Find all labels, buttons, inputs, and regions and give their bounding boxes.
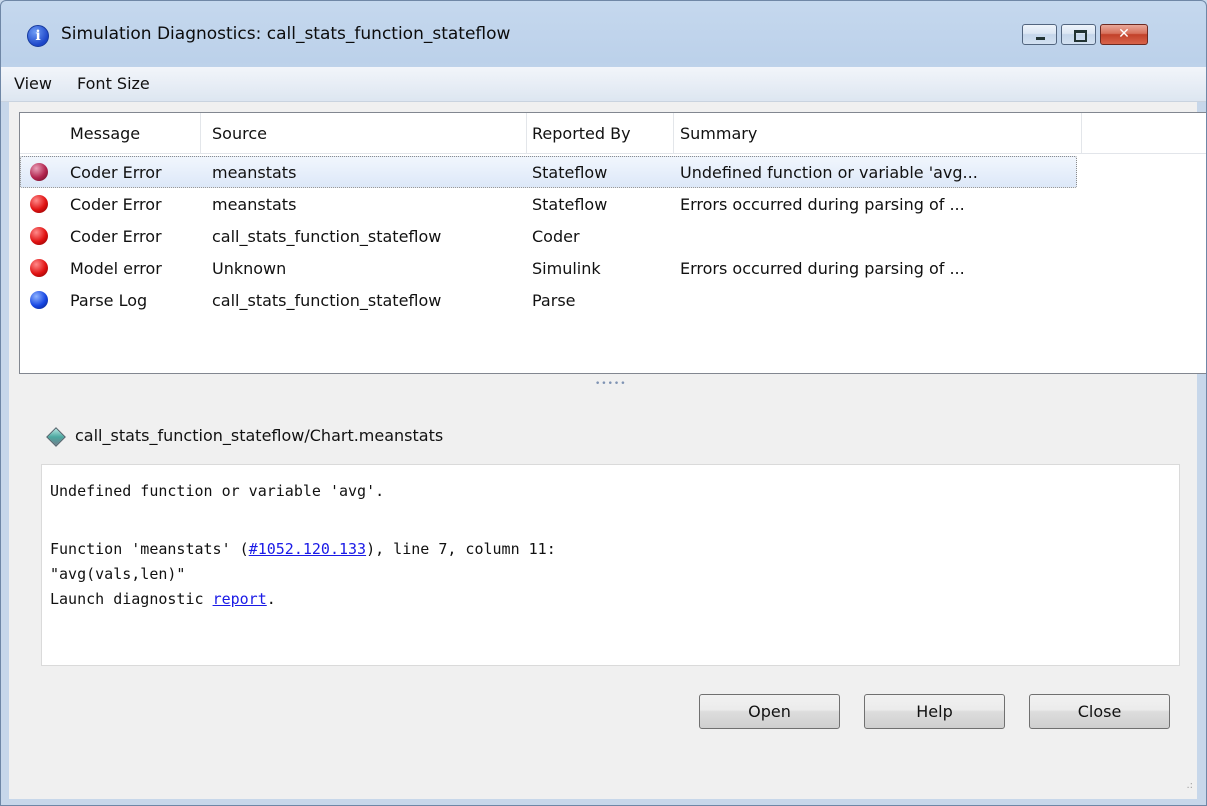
cell-message: Model error <box>70 259 162 278</box>
message-table[interactable]: Message Source Reported By Summary Coder… <box>19 112 1206 374</box>
column-header-reported-by[interactable]: Reported By <box>532 124 631 143</box>
minimize-button[interactable] <box>1022 24 1057 45</box>
detail-text: Launch diagnostic <box>50 590 213 608</box>
column-divider[interactable] <box>673 113 674 153</box>
table-row[interactable]: Coder Error meanstats Stateflow Undefine… <box>20 156 1206 188</box>
cell-reported-by: Parse <box>532 291 576 310</box>
cell-source: call_stats_function_stateflow <box>212 227 442 246</box>
close-button[interactable]: Close <box>1029 694 1170 729</box>
report-link[interactable]: report <box>213 590 267 608</box>
detail-line: Function 'meanstats' (#1052.120.133), li… <box>50 540 556 558</box>
close-window-button[interactable]: ✕ <box>1100 24 1148 45</box>
cell-message: Coder Error <box>70 227 162 246</box>
cell-summary: Errors occurred during parsing of ... <box>680 259 965 278</box>
simulation-diagnostics-window: i Simulation Diagnostics: call_stats_fun… <box>0 0 1207 806</box>
menu-bar: View Font Size <box>1 67 1206 102</box>
error-icon <box>30 195 48 213</box>
table-row[interactable]: Model error Unknown Simulink Errors occu… <box>20 252 1206 284</box>
title-bar[interactable]: i Simulation Diagnostics: call_stats_fun… <box>1 1 1206 63</box>
maximize-icon <box>1074 30 1087 42</box>
close-icon: ✕ <box>1118 26 1130 42</box>
table-row[interactable]: Coder Error call_stats_function_stateflo… <box>20 220 1206 252</box>
resize-grip[interactable]: .: <box>1181 781 1193 795</box>
column-divider[interactable] <box>526 113 527 153</box>
column-header-summary[interactable]: Summary <box>680 124 757 143</box>
column-divider[interactable] <box>200 113 201 153</box>
cell-reported-by: Stateflow <box>532 163 608 182</box>
menu-view[interactable]: View <box>14 74 52 93</box>
table-row[interactable]: Parse Log call_stats_function_stateflow … <box>20 284 1206 316</box>
stateflow-chart-icon <box>46 427 66 447</box>
error-icon <box>30 163 48 181</box>
open-button[interactable]: Open <box>699 694 840 729</box>
cell-reported-by: Stateflow <box>532 195 608 214</box>
detail-text: . <box>266 590 276 608</box>
diagnostic-source-path: call_stats_function_stateflow/Chart.mean… <box>75 426 444 445</box>
cell-source: call_stats_function_stateflow <box>212 291 442 310</box>
detail-line: "avg(vals,len)" <box>50 565 186 583</box>
info-icon <box>30 291 48 309</box>
cell-reported-by: Simulink <box>532 259 601 278</box>
info-icon: i <box>27 25 49 47</box>
source-location-link[interactable]: #1052.120.133 <box>249 540 366 558</box>
detail-line: Undefined function or variable 'avg'. <box>50 482 385 500</box>
cell-message: Parse Log <box>70 291 148 310</box>
detail-text: Function 'meanstats' ( <box>50 540 249 558</box>
diagnostic-detail-text[interactable]: Undefined function or variable 'avg'. Fu… <box>41 464 1180 666</box>
error-icon <box>30 259 48 277</box>
cell-message: Coder Error <box>70 195 162 214</box>
table-row[interactable]: Coder Error meanstats Stateflow Errors o… <box>20 188 1206 220</box>
error-icon <box>30 227 48 245</box>
dialog-content: Message Source Reported By Summary Coder… <box>9 102 1206 799</box>
cell-summary: Errors occurred during parsing of ... <box>680 195 965 214</box>
detail-line: Launch diagnostic report. <box>50 590 276 608</box>
table-header: Message Source Reported By Summary <box>20 113 1206 154</box>
cell-summary: Undefined function or variable 'avg... <box>680 163 978 182</box>
cell-source: meanstats <box>212 163 297 182</box>
detail-text: ), line 7, column 11: <box>366 540 556 558</box>
splitter-handle[interactable]: ••••• <box>595 379 627 389</box>
help-button[interactable]: Help <box>864 694 1005 729</box>
cell-message: Coder Error <box>70 163 162 182</box>
column-header-source[interactable]: Source <box>212 124 267 143</box>
column-divider[interactable] <box>1081 113 1082 153</box>
maximize-button[interactable] <box>1061 24 1096 45</box>
column-header-message[interactable]: Message <box>70 124 140 143</box>
menu-font-size[interactable]: Font Size <box>77 74 150 93</box>
cell-source: Unknown <box>212 259 287 278</box>
window-title: Simulation Diagnostics: call_stats_funct… <box>61 24 511 44</box>
cell-reported-by: Coder <box>532 227 580 246</box>
minimize-icon <box>1036 37 1045 40</box>
cell-source: meanstats <box>212 195 297 214</box>
